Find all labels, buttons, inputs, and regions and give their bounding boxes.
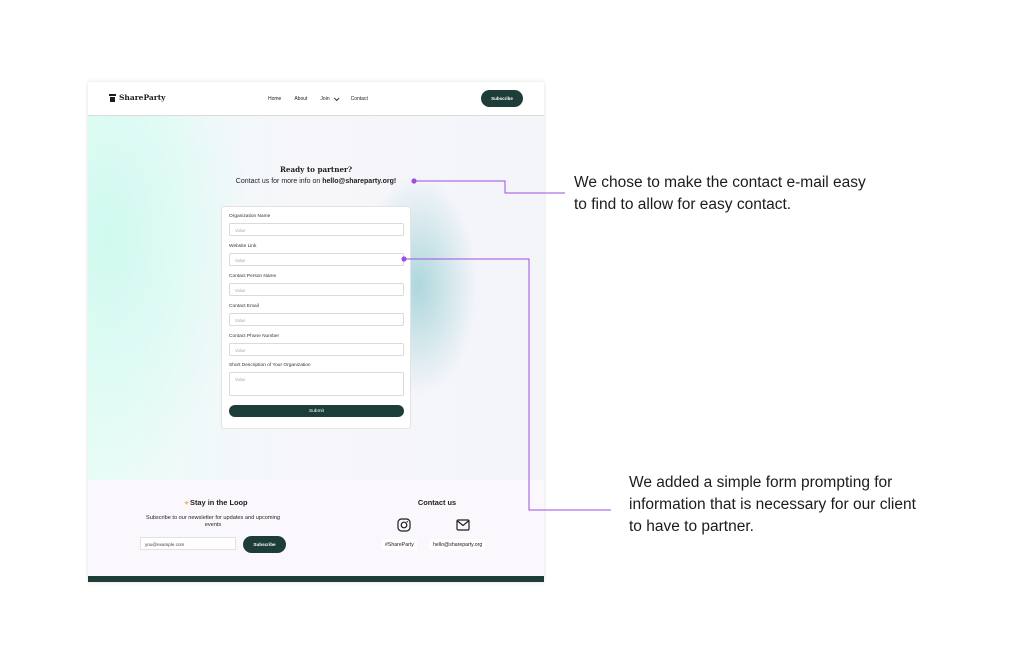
connector-form bbox=[401, 256, 611, 511]
annotation-email-note: We chose to make the contact e-mail easy… bbox=[574, 174, 866, 213]
annotation-connectors bbox=[401, 178, 611, 511]
connector-email bbox=[411, 178, 565, 194]
annotation-form-note: We added a simple form prompting for inf… bbox=[629, 474, 916, 535]
